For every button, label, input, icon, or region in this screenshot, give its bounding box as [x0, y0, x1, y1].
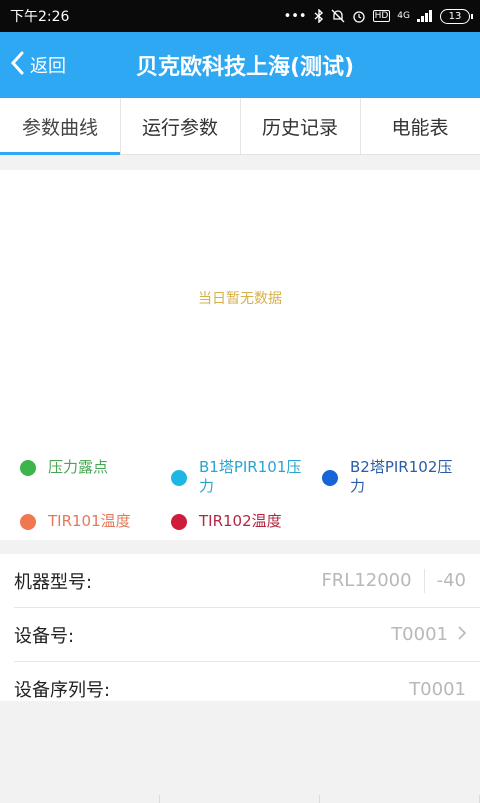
bottom-segment — [0, 795, 160, 803]
battery-level: 13 — [448, 10, 462, 22]
device-info-list: 机器型号: FRL12000 -40 设备号: T0001 设备序列号: T00… — [0, 554, 480, 701]
bottom-segment — [320, 795, 480, 803]
legend-item-tir102: TIR102温度 — [171, 512, 282, 531]
legend-dot-red — [171, 514, 187, 530]
legend-label: 压力露点 — [48, 458, 109, 476]
legend-dot-orange — [20, 514, 36, 530]
tab-bar: 参数曲线 运行参数 历史记录 电能表 — [0, 98, 480, 155]
legend-label: TIR101温度 — [48, 512, 131, 530]
back-button[interactable]: 返回 — [10, 32, 66, 98]
bottom-segment — [160, 795, 320, 803]
status-bar: 下午2:26 ••• HD 4G 13 — [0, 0, 480, 32]
legend-label: TIR102温度 — [199, 512, 282, 530]
legend-label: B2塔PIR102压力 — [350, 458, 453, 495]
status-icons: ••• HD 4G 13 — [283, 8, 473, 24]
title-bar: 返回 贝克欧科技上海(测试) — [0, 32, 480, 98]
status-time: 下午2:26 — [10, 9, 70, 25]
legend-label: B1塔PIR101压力 — [199, 458, 302, 495]
alarm-icon — [352, 9, 366, 23]
legend-item-dew-point: 压力露点 — [20, 458, 108, 477]
legend-item-b2-pressure: B2塔PIR102压力 — [322, 458, 462, 496]
chart-area: 当日暂无数据 压力露点 B1塔PIR101压力 B2塔PIR102压力 TIR1… — [0, 170, 480, 540]
tab-energy-meter[interactable]: 电能表 — [360, 98, 480, 154]
more-dots-icon: ••• — [283, 8, 307, 24]
hd-icon: HD — [372, 10, 391, 22]
legend-item-tir101: TIR101温度 — [20, 512, 131, 531]
tab-param-curve[interactable]: 参数曲线 — [0, 98, 120, 155]
device-number-row[interactable]: 设备号: T0001 — [14, 608, 480, 662]
model-value: FRL12000 — [321, 570, 412, 591]
model-value-group: FRL12000 -40 — [321, 568, 466, 593]
model-extra-value: -40 — [436, 570, 466, 591]
bluetooth-icon — [314, 9, 324, 23]
back-label: 返回 — [30, 56, 66, 77]
mute-bell-icon — [331, 9, 345, 23]
device-number-value-group: T0001 — [391, 624, 467, 645]
legend-dot-cyan — [171, 470, 187, 486]
divider — [423, 568, 425, 593]
network-label: 4G — [397, 11, 410, 21]
model-row: 机器型号: FRL12000 -40 — [14, 554, 480, 608]
model-label: 机器型号: — [14, 571, 93, 593]
serial-number-value: T0001 — [409, 678, 466, 700]
legend-dot-green — [20, 460, 36, 476]
device-number-label: 设备号: — [14, 625, 75, 647]
chevron-left-icon — [10, 51, 24, 80]
no-data-message: 当日暂无数据 — [198, 291, 282, 307]
chevron-right-icon — [458, 624, 467, 645]
signal-icon — [417, 10, 433, 22]
page-title: 贝克欧科技上海(测试) — [135, 55, 355, 80]
device-number-value: T0001 — [391, 624, 448, 645]
battery-icon: 13 — [440, 8, 473, 24]
serial-number-row: 设备序列号: T0001 — [14, 662, 480, 716]
legend-item-b1-pressure: B1塔PIR101压力 — [171, 458, 306, 496]
legend-dot-blue — [322, 470, 338, 486]
tab-run-params[interactable]: 运行参数 — [120, 98, 240, 154]
tab-history[interactable]: 历史记录 — [240, 98, 360, 154]
bottom-tab-strip — [0, 795, 480, 803]
serial-number-label: 设备序列号: — [14, 680, 111, 701]
